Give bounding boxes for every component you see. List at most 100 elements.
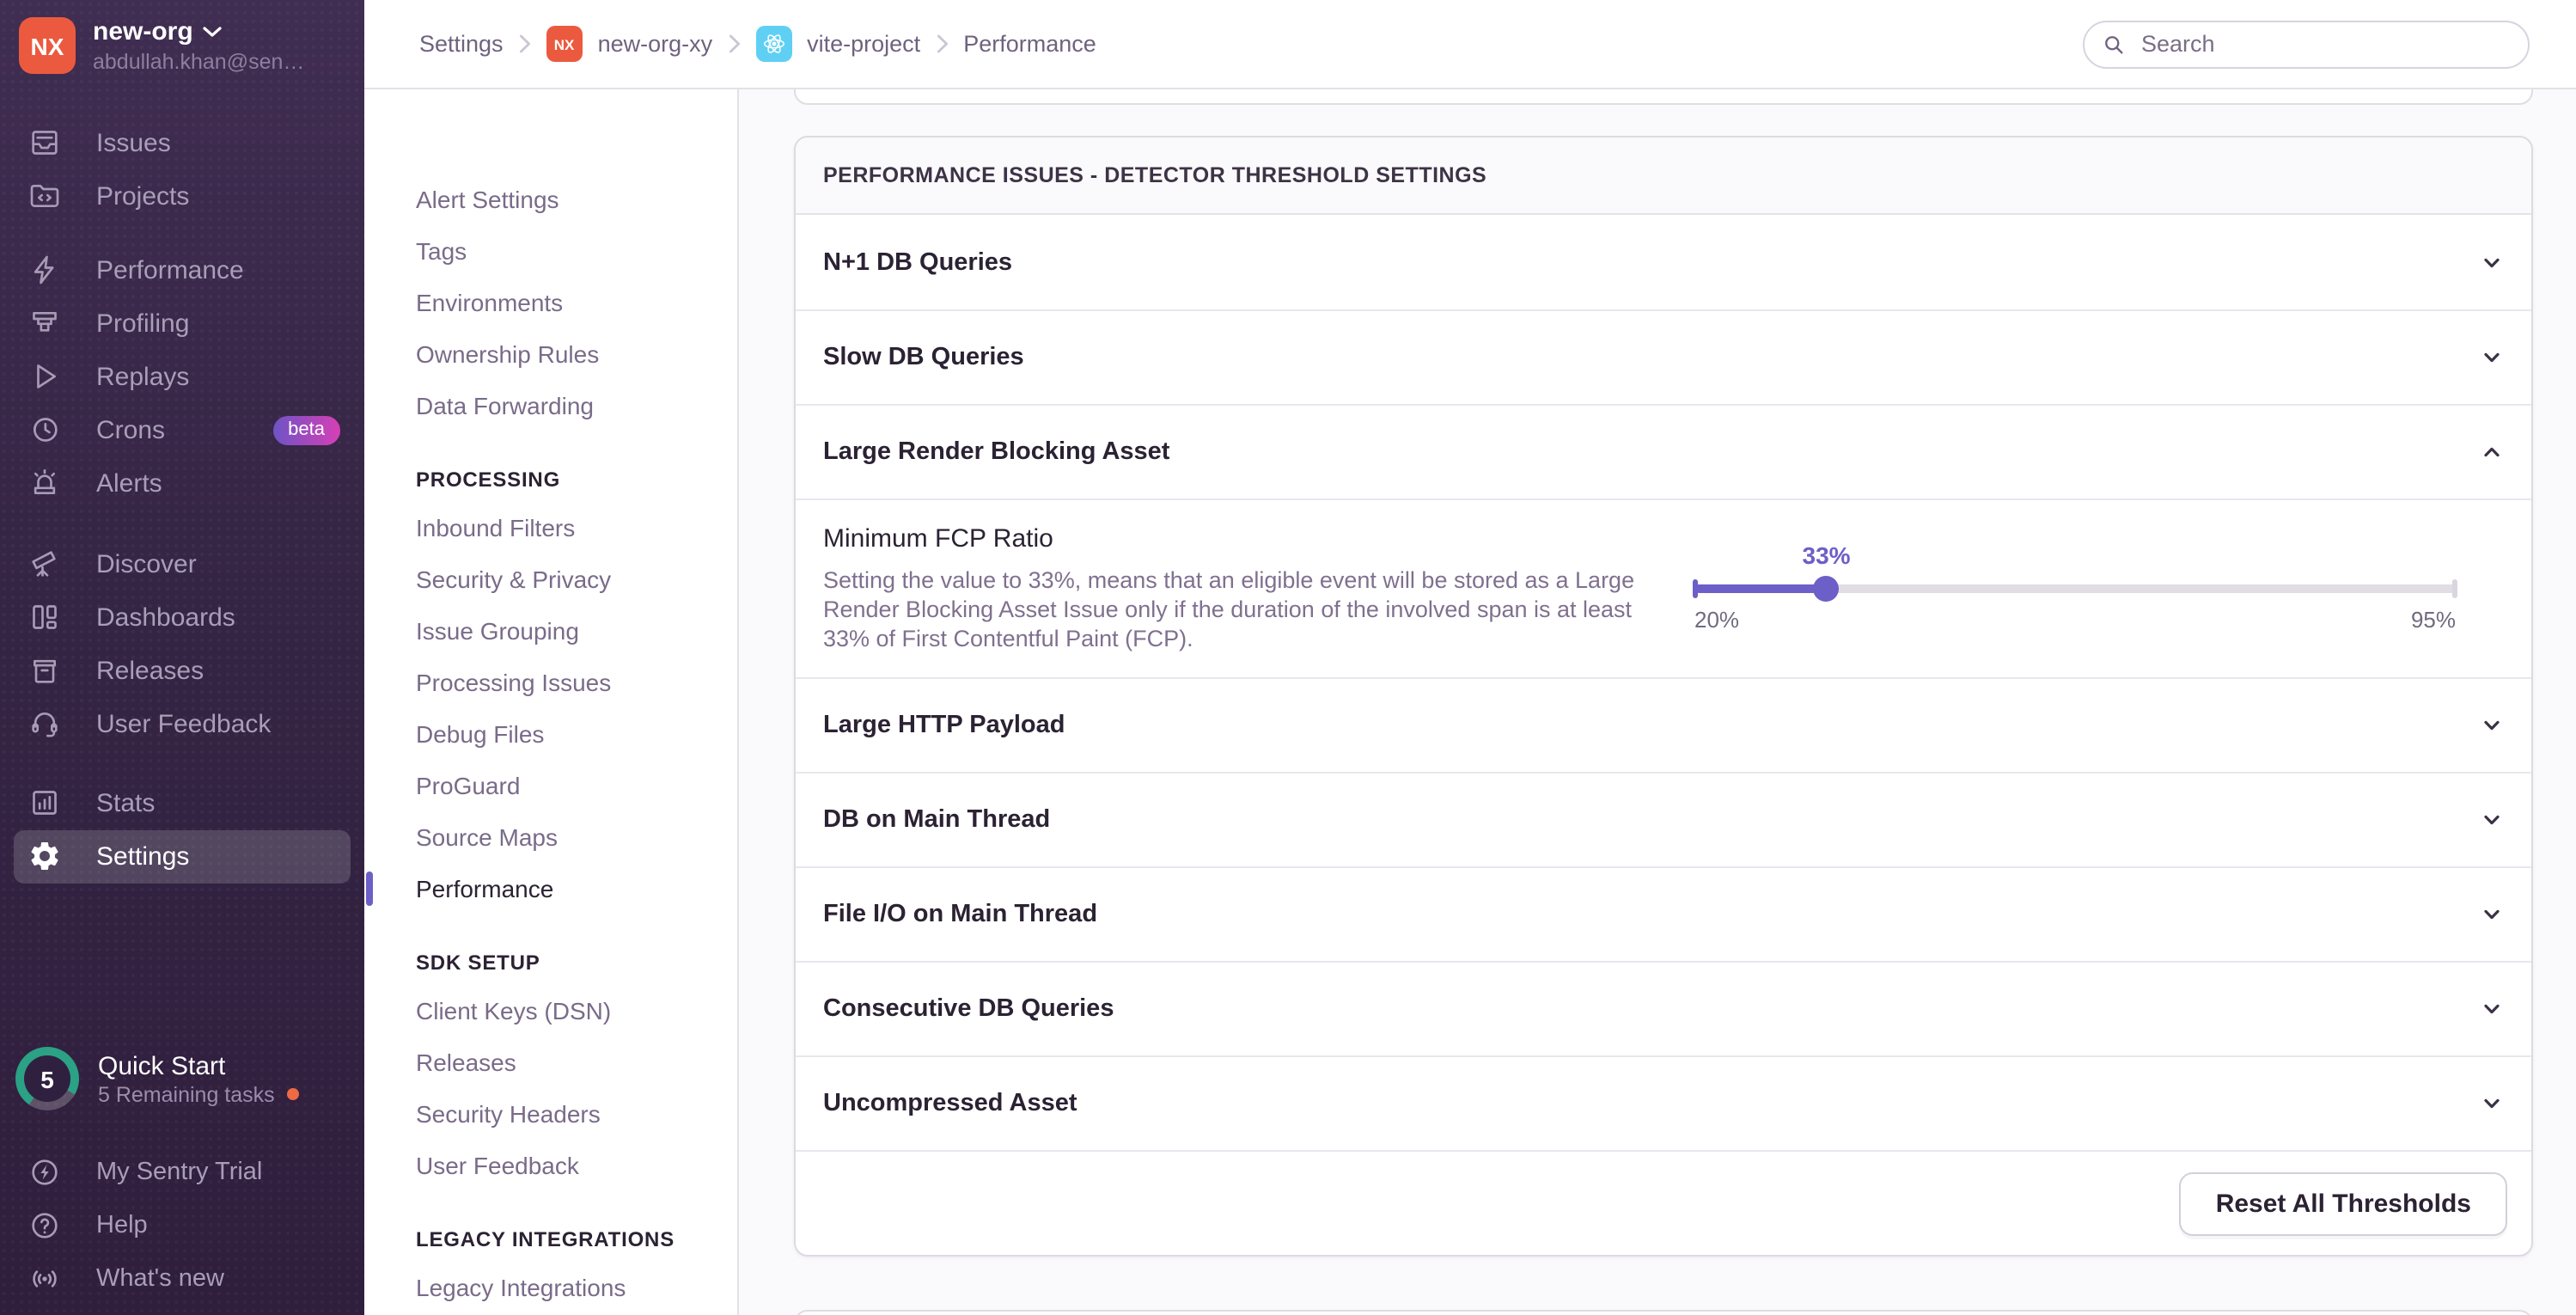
quickstart-subtitle: 5 Remaining tasks	[98, 1082, 275, 1106]
chevron-down-icon	[2480, 250, 2504, 274]
slider-max-tick	[2452, 579, 2457, 598]
org-switcher[interactable]: NX new-org abdullah.khan@sen…	[0, 0, 364, 89]
reset-all-thresholds-button[interactable]: Reset All Thresholds	[2179, 1172, 2507, 1236]
minimum-fcp-ratio-label: Minimum FCP Ratio	[823, 524, 1053, 554]
sidebar-item-stats[interactable]: Stats	[0, 776, 364, 829]
breadcrumb-settings[interactable]: Settings	[419, 31, 504, 57]
org-badge: NX	[546, 26, 583, 62]
accordion-row-large-render-blocking-asset[interactable]: Large Render Blocking Asset	[796, 404, 2531, 498]
settings-nav-environments[interactable]: Environments	[364, 277, 737, 328]
panel-footer: Reset All Thresholds	[796, 1150, 2531, 1255]
next-panel-top	[794, 1310, 2533, 1315]
panel-header: PERFORMANCE ISSUES - DETECTOR THRESHOLD …	[796, 138, 2531, 215]
clock-icon	[27, 413, 62, 447]
chevron-down-icon	[204, 26, 223, 38]
detector-threshold-panel: PERFORMANCE ISSUES - DETECTOR THRESHOLD …	[794, 136, 2533, 1257]
sidebar-item-releases[interactable]: Releases	[0, 644, 364, 697]
previous-panel-bottom	[794, 89, 2533, 105]
settings-nav-legacy-integrations[interactable]: Legacy Integrations	[364, 1262, 737, 1313]
settings-nav-client-keys[interactable]: Client Keys (DSN)	[364, 985, 737, 1037]
app-window: NX new-org abdullah.khan@sen… Issues Pro…	[0, 0, 2576, 1315]
settings-nav-source-maps[interactable]: Source Maps	[364, 811, 737, 863]
settings-nav-data-forwarding[interactable]: Data Forwarding	[364, 380, 737, 431]
search-input[interactable]	[2138, 29, 2511, 58]
chevron-down-icon	[2480, 713, 2504, 737]
chevron-right-icon	[728, 34, 740, 53]
sidebar-item-dashboards[interactable]: Dashboards	[0, 590, 364, 644]
sidebar-item-alerts[interactable]: Alerts	[0, 456, 364, 510]
sidebar-item-issues[interactable]: Issues	[0, 116, 364, 169]
settings-nav-performance[interactable]: Performance	[364, 863, 737, 914]
breadcrumb-org[interactable]: new-org-xy	[598, 31, 713, 57]
slider-value-label: 33%	[1802, 541, 1851, 569]
sidebar-item-label: My Sentry Trial	[96, 1158, 263, 1185]
breadcrumb-project[interactable]: vite-project	[807, 31, 920, 57]
slider-thumb[interactable]	[1813, 576, 1840, 602]
settings-nav-header-processing: PROCESSING	[416, 468, 561, 492]
sidebar-item-label: User Feedback	[96, 709, 272, 739]
bolt-circle-icon	[27, 1154, 62, 1189]
settings-nav-ownership-rules[interactable]: Ownership Rules	[364, 328, 737, 380]
chevron-right-icon	[936, 34, 948, 53]
accordion-row-slow-db-queries[interactable]: Slow DB Queries	[796, 309, 2531, 404]
settings-nav-alert-settings[interactable]: Alert Settings	[364, 174, 737, 225]
sidebar-item-label: Projects	[96, 181, 190, 211]
settings-nav-issue-grouping[interactable]: Issue Grouping	[364, 605, 737, 657]
slider-min-label: 20%	[1694, 607, 1740, 633]
settings-nav-processing-issues[interactable]: Processing Issues	[364, 657, 737, 708]
search-icon	[2102, 32, 2126, 56]
accordion-row-consecutive-db-queries[interactable]: Consecutive DB Queries	[796, 961, 2531, 1055]
sidebar-item-label: Stats	[96, 788, 156, 818]
archive-box-icon	[27, 653, 62, 688]
sidebar-item-label: Settings	[96, 841, 190, 872]
settings-nav-security-headers[interactable]: Security Headers	[364, 1088, 737, 1140]
sidebar-item-performance[interactable]: Performance	[0, 243, 364, 297]
lightning-icon	[27, 253, 62, 287]
slider-min-tick	[1693, 579, 1698, 598]
dashboard-grid-icon	[27, 600, 62, 634]
sidebar-item-projects[interactable]: Projects	[0, 169, 364, 223]
react-project-icon	[755, 26, 792, 62]
minimum-fcp-ratio-description: Setting the value to 33%, means that an …	[823, 567, 1635, 652]
accordion-row-uncompressed-asset[interactable]: Uncompressed Asset	[796, 1055, 2531, 1150]
profiling-icon	[27, 306, 62, 340]
sidebar-item-whats-new[interactable]: What's new	[0, 1251, 364, 1305]
settings-nav-proguard[interactable]: ProGuard	[364, 760, 737, 811]
question-circle-icon	[27, 1208, 62, 1242]
sidebar-item-label: Alerts	[96, 468, 162, 498]
sidebar-item-profiling[interactable]: Profiling	[0, 297, 364, 350]
accordion-row-file-io-on-main-thread[interactable]: File I/O on Main Thread	[796, 866, 2531, 961]
sidebar-item-label: Issues	[96, 128, 171, 158]
bar-chart-icon	[27, 786, 62, 820]
slider-fill	[1694, 584, 1827, 593]
accordion-row-db-on-main-thread[interactable]: DB on Main Thread	[796, 772, 2531, 866]
settings-nav-tags[interactable]: Tags	[364, 225, 737, 277]
sidebar-item-replays[interactable]: Replays	[0, 350, 364, 403]
sidebar-item-label: Releases	[96, 656, 204, 686]
sidebar-item-crons[interactable]: Crons beta	[0, 403, 364, 456]
accordion-row-n1-db-queries[interactable]: N+1 DB Queries	[796, 215, 2531, 309]
org-avatar: NX	[19, 17, 76, 75]
search-box[interactable]	[2083, 20, 2530, 68]
sidebar-item-user-feedback[interactable]: User Feedback	[0, 697, 364, 750]
quickstart-panel-trigger[interactable]: 5 Quick Start 5 Remaining tasks	[0, 1033, 364, 1124]
sidebar-item-settings[interactable]: Settings	[14, 829, 351, 884]
settings-nav-security-privacy[interactable]: Security & Privacy	[364, 554, 737, 605]
settings-nav-releases[interactable]: Releases	[364, 1037, 737, 1088]
sidebar-item-label: Crons	[96, 415, 166, 445]
settings-nav-user-feedback[interactable]: User Feedback	[364, 1140, 737, 1191]
org-email: abdullah.khan@sen…	[93, 50, 305, 75]
settings-nav-inbound-filters[interactable]: Inbound Filters	[364, 502, 737, 554]
attention-dot	[286, 1088, 299, 1100]
sidebar-item-trial[interactable]: My Sentry Trial	[0, 1145, 364, 1198]
breadcrumb-page: Performance	[963, 31, 1096, 57]
inbox-icon	[27, 125, 62, 160]
settings-nav-debug-files[interactable]: Debug Files	[364, 708, 737, 760]
sidebar-item-discover[interactable]: Discover	[0, 537, 364, 590]
sidebar-item-label: What's new	[96, 1264, 224, 1292]
large-render-blocking-asset-detail: Minimum FCP Ratio Setting the value to 3…	[796, 498, 2531, 677]
main-content: PERFORMANCE ISSUES - DETECTOR THRESHOLD …	[739, 89, 2576, 1315]
quickstart-progress-ring: 5	[15, 1047, 79, 1110]
accordion-row-large-http-payload[interactable]: Large HTTP Payload	[796, 677, 2531, 772]
sidebar-item-help[interactable]: Help	[0, 1198, 364, 1251]
